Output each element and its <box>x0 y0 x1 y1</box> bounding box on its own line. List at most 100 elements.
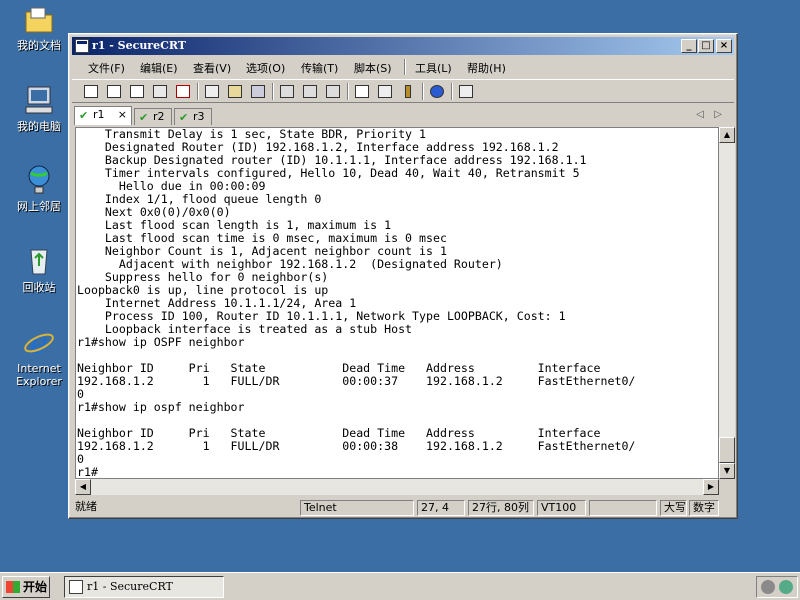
menu-edit[interactable]: 编辑(E) <box>140 60 178 76</box>
menu-separator <box>404 59 406 75</box>
status-emulation: VT100 <box>537 500 586 516</box>
connected-check-icon: ✔ <box>139 111 149 124</box>
desktop-icon-label: 回收站 <box>22 281 56 294</box>
connected-check-icon: ✔ <box>79 109 89 122</box>
toolbar-separator <box>347 83 349 100</box>
print-selection-icon[interactable] <box>301 83 319 100</box>
vertical-scrollbar[interactable]: ▲ ▼ <box>719 127 735 479</box>
help-icon[interactable] <box>428 83 446 100</box>
windows-flag-icon <box>6 581 20 593</box>
key-icon[interactable] <box>399 83 417 100</box>
menu-help[interactable]: 帮助(H) <box>467 60 506 76</box>
desktop-icon-internet-explorer[interactable]: e Internet Explorer <box>6 325 72 388</box>
paste-icon[interactable] <box>226 83 244 100</box>
print-icon[interactable] <box>278 83 296 100</box>
printer-icon[interactable] <box>324 83 342 100</box>
maximize-button[interactable]: □ <box>698 39 714 53</box>
menu-file[interactable]: 文件(F) <box>88 60 125 76</box>
reconnect-icon[interactable] <box>151 83 169 100</box>
desktop-icon-label: 网上邻居 <box>17 200 61 213</box>
scroll-left-icon[interactable]: ◀ <box>75 479 91 495</box>
terminal-line: 192.168.1.2 1 FULL/DR 00:00:37 192.168.1… <box>77 374 636 388</box>
taskbar-item-securecrt[interactable]: r1 - SecureCRT <box>64 576 224 598</box>
tab-label: r2 <box>153 110 165 123</box>
recycle-bin-icon <box>22 244 56 278</box>
quick-connect-icon[interactable] <box>105 83 123 100</box>
tray-speaker-icon[interactable] <box>761 580 775 594</box>
terminal-area[interactable]: Transmit Delay is 1 sec, State BDR, Prio… <box>75 127 719 479</box>
tab-scroll-left-icon[interactable]: ◁ <box>696 109 704 120</box>
window-title: r1 - SecureCRT <box>92 39 186 52</box>
scroll-up-icon[interactable]: ▲ <box>719 127 735 143</box>
start-button[interactable]: 开始 <box>2 576 50 598</box>
terminal-output: Transmit Delay is 1 sec, State BDR, Prio… <box>76 128 718 479</box>
network-icon <box>22 163 56 197</box>
global-options-icon[interactable] <box>376 83 394 100</box>
scroll-down-icon[interactable]: ▼ <box>719 463 735 479</box>
status-ready: 就绪 <box>75 500 97 513</box>
internet-explorer-icon: e <box>22 325 56 361</box>
status-protocol: Telnet <box>300 500 414 516</box>
system-tray <box>756 576 798 598</box>
taskbar-item-label: r1 - SecureCRT <box>87 580 173 593</box>
tab-label: r3 <box>193 110 205 123</box>
desktop-icon-my-documents[interactable]: 我的文档 <box>6 2 72 52</box>
close-button[interactable]: × <box>716 39 732 53</box>
menu-bar: 文件(F) 编辑(E) 查看(V) 选项(O) 传输(T) 脚本(S) 工具(L… <box>72 57 734 77</box>
menu-transfer[interactable]: 传输(T) <box>301 60 338 76</box>
securecrt-app-icon <box>75 39 89 53</box>
terminal-line: 192.168.1.2 1 FULL/DR 00:00:38 192.168.1… <box>77 439 636 453</box>
desktop-icon-network[interactable]: 网上邻居 <box>6 163 72 213</box>
toolbar <box>72 79 734 103</box>
computer-icon <box>22 83 56 117</box>
tab-r2[interactable]: ✔ r2 <box>134 108 172 125</box>
status-terminal-size: 27行, 80列 <box>468 500 534 516</box>
toolbar-separator <box>272 83 274 100</box>
status-bar: 就绪 Telnet 27, 4 27行, 80列 VT100 大写 数字 <box>72 499 734 517</box>
svg-text:e: e <box>30 326 48 359</box>
sftp-icon[interactable] <box>457 83 475 100</box>
securecrt-app-icon <box>69 580 83 594</box>
tab-close-icon[interactable]: × <box>118 107 127 123</box>
status-blank <box>589 500 657 516</box>
start-label: 开始 <box>23 580 48 594</box>
desktop-icon-label: Internet Explorer <box>16 362 62 388</box>
status-num: 数字 <box>689 500 719 516</box>
title-bar[interactable]: r1 - SecureCRT _ □ × <box>72 37 734 55</box>
menu-tools[interactable]: 工具(L) <box>415 60 452 76</box>
securecrt-window: r1 - SecureCRT _ □ × 文件(F) 编辑(E) 查看(V) 选… <box>68 33 738 519</box>
minimize-button[interactable]: _ <box>681 39 697 53</box>
menu-script[interactable]: 脚本(S) <box>354 60 392 76</box>
status-caps: 大写 <box>660 500 687 516</box>
toolbar-separator <box>451 83 453 100</box>
session-options-icon[interactable] <box>353 83 371 100</box>
copy-icon[interactable] <box>203 83 221 100</box>
taskbar: 开始 r1 - SecureCRT <box>0 572 800 600</box>
desktop-icon-label: 我的电脑 <box>17 120 61 133</box>
desktop-icon-my-computer[interactable]: 我的电脑 <box>6 83 72 133</box>
scroll-right-icon[interactable]: ▶ <box>703 479 719 495</box>
connect-icon[interactable] <box>82 83 100 100</box>
desktop-icon-recycle-bin[interactable]: 回收站 <box>6 244 72 294</box>
terminal-line: r1# <box>77 465 98 479</box>
menu-view[interactable]: 查看(V) <box>193 60 231 76</box>
tray-network-icon[interactable] <box>779 580 793 594</box>
find-icon[interactable] <box>249 83 267 100</box>
vertical-scroll-thumb[interactable] <box>719 437 735 463</box>
connect-tab-icon[interactable] <box>128 83 146 100</box>
horizontal-scrollbar[interactable]: ◀ ▶ <box>75 479 719 495</box>
connected-check-icon: ✔ <box>179 111 189 124</box>
tab-r1[interactable]: ✔ r1 × <box>74 106 132 125</box>
folder-documents-icon <box>22 2 56 36</box>
terminal-line: r1#show ip ospf neighbor <box>77 400 245 414</box>
menu-options[interactable]: 选项(O) <box>246 60 285 76</box>
session-tabs: ✔ r1 × ✔ r2 ✔ r3 ◁ ▷ <box>72 105 734 125</box>
disconnect-icon[interactable] <box>174 83 192 100</box>
tab-scroll-right-icon[interactable]: ▷ <box>714 109 722 120</box>
status-cursor-position: 27, 4 <box>417 500 465 516</box>
tab-r3[interactable]: ✔ r3 <box>174 108 212 125</box>
toolbar-separator <box>197 83 199 100</box>
terminal-line: r1#show ip OSPF neighbor <box>77 335 245 349</box>
toolbar-separator <box>422 83 424 100</box>
tab-label: r1 <box>93 108 105 121</box>
